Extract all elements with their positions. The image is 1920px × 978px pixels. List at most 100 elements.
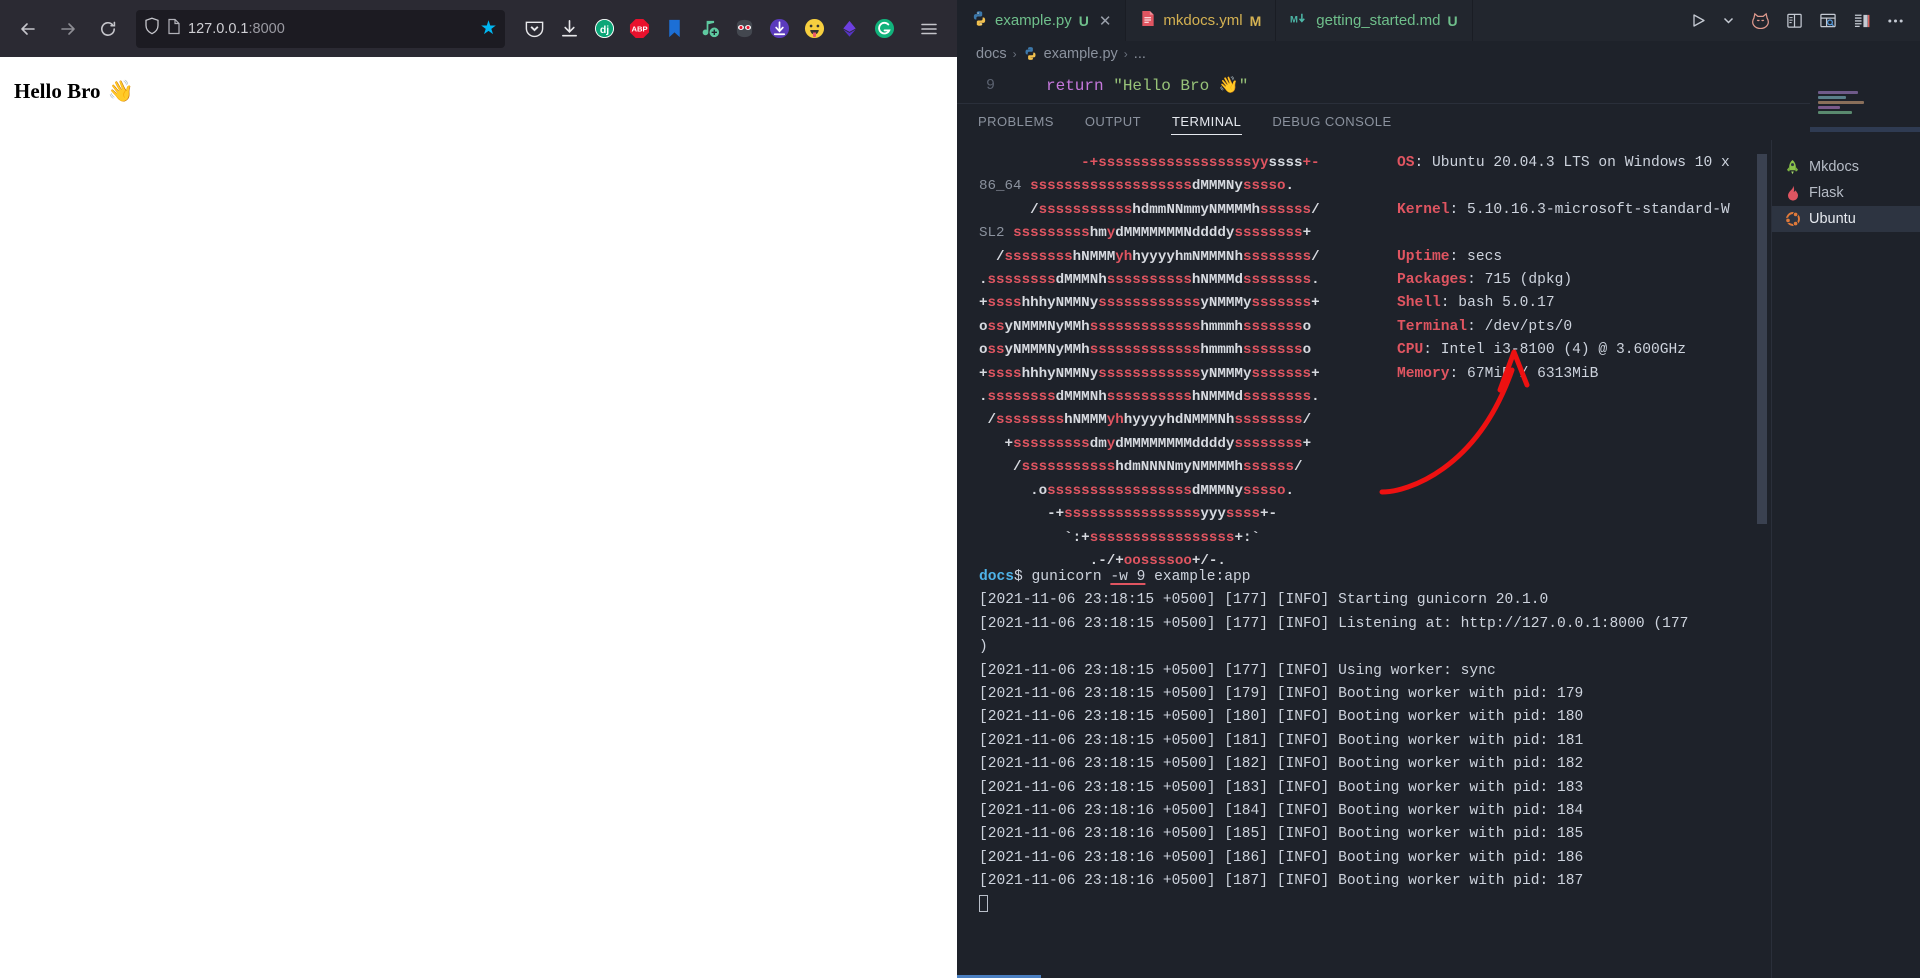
- tab-label: getting_started.md: [1316, 12, 1441, 29]
- forward-button[interactable]: [50, 11, 86, 47]
- split-editor-icon[interactable]: [1786, 12, 1803, 29]
- ubuntu-icon: [1784, 211, 1801, 228]
- log-line: [2021-11-06 23:18:16 +0500] [187] [INFO]…: [979, 873, 1584, 890]
- toggle-panel-icon[interactable]: [1819, 12, 1837, 29]
- terminal-item-ubuntu[interactable]: Ubuntu: [1772, 206, 1920, 232]
- browser-window: 127.0.0.1:8000 ★ dj ABP Hello Bro 👋: [0, 0, 957, 978]
- log-line: [2021-11-06 23:18:15 +0500] [180] [INFO]…: [979, 709, 1584, 726]
- music-add-icon[interactable]: [698, 18, 720, 40]
- terminal-cursor: [979, 895, 988, 913]
- shield-icon: [144, 17, 160, 40]
- adblock-plus-icon[interactable]: ABP: [628, 18, 650, 40]
- log-line: [2021-11-06 23:18:15 +0500] [182] [INFO]…: [979, 756, 1584, 773]
- extension-toolbar: dj ABP: [523, 18, 895, 40]
- tab-output[interactable]: OUTPUT: [1084, 109, 1142, 135]
- page-content: Hello Bro 👋: [0, 57, 957, 978]
- wave-emoji: 👋: [107, 79, 134, 103]
- code-string: "Hello Bro 👋": [1113, 77, 1249, 95]
- browser-menu-button[interactable]: [911, 11, 947, 47]
- layout-icon[interactable]: [1853, 13, 1871, 29]
- close-icon[interactable]: ✕: [1099, 12, 1112, 30]
- editor-actions: [1675, 0, 1920, 41]
- tab-debug-console[interactable]: DEBUG CONSOLE: [1271, 109, 1392, 135]
- tab-terminal[interactable]: TERMINAL: [1171, 109, 1243, 135]
- chevron-down-icon[interactable]: [1722, 14, 1735, 27]
- terminal-item-label: Ubuntu: [1809, 211, 1856, 227]
- breadcrumb-item-symbol[interactable]: ...: [1134, 46, 1146, 62]
- neofetch-fields: OS: Ubuntu 20.04.3 LTS on Windows 10 x K…: [1397, 155, 1730, 382]
- bookmark-star-icon[interactable]: ★: [480, 19, 497, 38]
- editor-code-area[interactable]: 9 return "Hello Bro 👋": [957, 67, 1920, 135]
- tab-label: mkdocs.yml: [1163, 12, 1243, 29]
- tab-getting-started-md[interactable]: M getting_started.md U: [1276, 0, 1473, 41]
- page-title: Hello Bro 👋: [14, 79, 957, 104]
- terminal-tabs-list: Mkdocs Flask Ubuntu: [1771, 140, 1920, 978]
- tab-git-badge: M: [1249, 12, 1262, 29]
- code-keyword: return: [1046, 77, 1104, 95]
- yaml-file-icon: [1140, 10, 1156, 31]
- grammarly-icon[interactable]: [873, 18, 895, 40]
- python-file-icon: [1023, 46, 1038, 63]
- breadcrumb-separator: ›: [1012, 47, 1017, 61]
- terminal-item-label: Mkdocs: [1809, 159, 1859, 175]
- download-icon[interactable]: [558, 18, 580, 40]
- log-line: [2021-11-06 23:18:16 +0500] [184] [INFO]…: [979, 803, 1584, 820]
- neofetch-block: -+ssssssssssssssssssyyssss+- 86_64 sssss…: [957, 152, 1771, 569]
- svg-text:ABP: ABP: [631, 25, 647, 34]
- emoji-icon[interactable]: [803, 18, 825, 40]
- terminal-output[interactable]: -+ssssssssssssssssssyyssss+- 86_64 sssss…: [957, 140, 1771, 978]
- markdown-file-icon: M: [1290, 11, 1309, 30]
- address-bar[interactable]: 127.0.0.1:8000 ★: [136, 9, 505, 48]
- rocket-icon: [1784, 159, 1801, 176]
- log-line: [2021-11-06 23:18:15 +0500] [177] [INFO]…: [979, 592, 1549, 609]
- log-line: [2021-11-06 23:18:15 +0500] [181] [INFO]…: [979, 732, 1584, 749]
- log-line: [2021-11-06 23:18:15 +0500] [177] [INFO]…: [979, 662, 1496, 679]
- tab-mkdocs-yml[interactable]: mkdocs.yml M: [1126, 0, 1277, 41]
- svg-text:dj: dj: [599, 24, 608, 36]
- breadcrumb-item-example-py[interactable]: example.py: [1044, 46, 1118, 62]
- breadcrumb-item-docs[interactable]: docs: [976, 46, 1007, 62]
- flame-icon: [1784, 185, 1801, 202]
- code-line[interactable]: return "Hello Bro 👋": [1009, 75, 1248, 95]
- tab-problems[interactable]: PROBLEMS: [977, 109, 1055, 135]
- log-line: [2021-11-06 23:18:15 +0500] [177] [INFO]…: [979, 615, 1689, 632]
- log-line: [2021-11-06 23:18:16 +0500] [185] [INFO]…: [979, 826, 1584, 843]
- back-button[interactable]: [10, 11, 46, 47]
- log-line: [2021-11-06 23:18:16 +0500] [186] [INFO]…: [979, 849, 1584, 866]
- log-line: [2021-11-06 23:18:15 +0500] [179] [INFO]…: [979, 686, 1584, 703]
- terminal-scrollbar[interactable]: [1757, 154, 1767, 524]
- tab-label: example.py: [995, 12, 1072, 29]
- editor-minimap[interactable]: [1810, 67, 1920, 135]
- raccoon-icon[interactable]: [733, 18, 755, 40]
- panel-tabbar: PROBLEMS OUTPUT TERMINAL DEBUG CONSOLE: [957, 103, 1920, 140]
- page-title-text: Hello Bro: [14, 79, 101, 103]
- tab-example-py[interactable]: example.py U ✕: [957, 0, 1127, 41]
- bookmark-flag-icon[interactable]: [663, 18, 685, 40]
- page-icon: [167, 18, 181, 40]
- log-line: ): [979, 639, 988, 656]
- terminal-item-flask[interactable]: Flask: [1772, 180, 1920, 206]
- svg-text:M: M: [1290, 14, 1298, 25]
- video-download-icon[interactable]: [768, 18, 790, 40]
- terminal-item-label: Flask: [1809, 185, 1844, 201]
- reload-button[interactable]: [90, 11, 126, 47]
- panel-body: -+ssssssssssssssssssyyssss+- 86_64 sssss…: [957, 140, 1920, 978]
- cat-icon[interactable]: [1751, 12, 1770, 29]
- breadcrumb-separator: ›: [1123, 47, 1128, 61]
- run-button[interactable]: [1691, 13, 1706, 28]
- terminal-item-mkdocs[interactable]: Mkdocs: [1772, 154, 1920, 180]
- pocket-icon[interactable]: [523, 18, 545, 40]
- ethereum-icon[interactable]: [838, 18, 860, 40]
- more-actions-icon[interactable]: [1887, 18, 1904, 24]
- tab-git-badge: U: [1447, 12, 1458, 29]
- editor-tabbar: example.py U ✕ mkdocs.yml M M getting_st…: [957, 0, 1920, 41]
- browser-toolbar: 127.0.0.1:8000 ★ dj ABP: [0, 0, 957, 57]
- line-number: 9: [985, 76, 995, 94]
- address-bar-text[interactable]: 127.0.0.1:8000: [188, 21, 473, 37]
- breadcrumb[interactable]: docs › example.py › ...: [957, 41, 1920, 67]
- log-line: [2021-11-06 23:18:15 +0500] [183] [INFO]…: [979, 779, 1584, 796]
- vscode-window: example.py U ✕ mkdocs.yml M M getting_st…: [957, 0, 1920, 978]
- dj-icon[interactable]: dj: [593, 18, 615, 40]
- bottom-panel: PROBLEMS OUTPUT TERMINAL DEBUG CONSOLE -…: [957, 103, 1920, 978]
- tab-git-badge: U: [1078, 12, 1089, 29]
